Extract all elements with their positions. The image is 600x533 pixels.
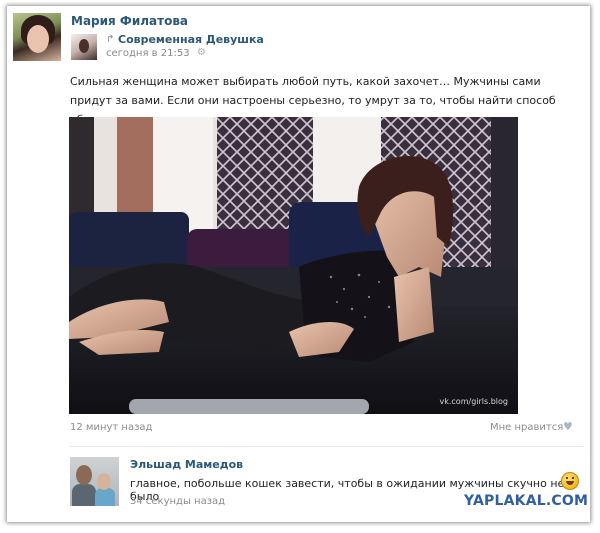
author-name-link[interactable]: Мария Филатова [71, 14, 188, 28]
group-avatar[interactable] [71, 34, 97, 60]
comment-author-avatar[interactable] [70, 457, 119, 506]
photo-illustration [69, 117, 518, 414]
group-avatar-figure [79, 39, 89, 53]
group-name-link[interactable]: Современная Девушка [118, 33, 264, 46]
comment-timestamp[interactable]: 34 секунды назад [130, 496, 225, 507]
post-footer-time[interactable]: 12 минут назад [70, 422, 152, 433]
avatar-body-2 [95, 488, 115, 506]
post-card: Мария Филатова ↱ Современная Девушка сег… [7, 6, 590, 522]
repost-icon: ↱ [106, 34, 115, 45]
author-avatar[interactable] [13, 13, 61, 61]
comment-divider [70, 446, 583, 447]
avatar-body-1 [72, 484, 96, 506]
heart-icon[interactable]: ♥ [563, 420, 573, 433]
avatar-head-1 [76, 465, 92, 485]
avatar-face [27, 25, 49, 53]
gear-icon[interactable]: ⚙ [197, 47, 206, 58]
comment-author-link[interactable]: Эльшад Мамедов [130, 458, 243, 471]
avatar-head-2 [97, 473, 111, 490]
like-button[interactable]: Мне нравится [490, 422, 563, 433]
photo-credit: vk.com/girls.blog [439, 397, 509, 406]
laughing-emoji-icon [561, 472, 579, 490]
site-watermark: YAPLAKAL.COM [464, 493, 589, 509]
post-photo[interactable]: vk.com/girls.blog [69, 117, 518, 414]
post-timestamp[interactable]: сегодня в 21:53 [106, 48, 190, 59]
